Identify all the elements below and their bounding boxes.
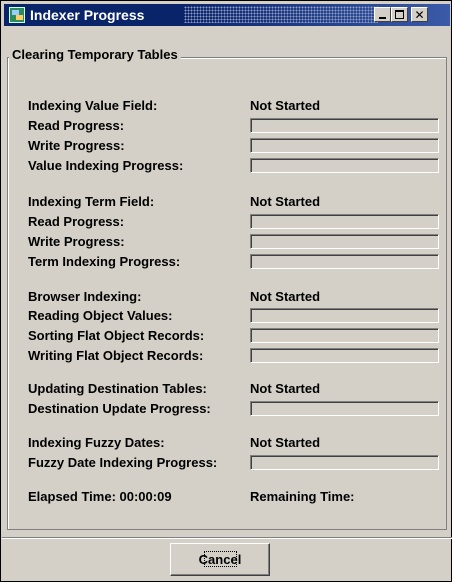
title-bar-texture <box>184 6 378 23</box>
sorting-records-progress-bar <box>250 328 439 343</box>
maximize-button[interactable] <box>391 7 408 22</box>
term-write-label: Write Progress: <box>28 234 125 249</box>
value-read-label: Read Progress: <box>28 118 125 133</box>
sorting-records-label: Sorting Flat Object Records: <box>28 328 205 343</box>
browser-indexing-status: Not Started <box>250 289 321 304</box>
minimize-button[interactable] <box>374 7 391 22</box>
writing-records-progress-bar <box>250 348 439 363</box>
browser-indexing-label: Browser Indexing: <box>28 289 142 304</box>
close-button[interactable]: ✕ <box>411 7 428 22</box>
fuzzy-dates-label: Indexing Fuzzy Dates: <box>28 435 165 450</box>
value-indexing-progress-bar <box>250 158 439 173</box>
value-indexing-label: Value Indexing Progress: <box>28 158 184 173</box>
window-title: Indexer Progress <box>30 7 145 23</box>
fuzzy-dates-status: Not Started <box>250 435 321 450</box>
elapsed-time: Elapsed Time: 00:00:09 <box>28 489 172 504</box>
value-write-label: Write Progress: <box>28 138 125 153</box>
term-indexing-progress-bar <box>250 254 439 269</box>
term-field-status: Not Started <box>250 194 321 209</box>
term-read-label: Read Progress: <box>28 214 125 229</box>
cancel-button[interactable]: Cancel <box>170 543 270 576</box>
value-field-status: Not Started <box>250 98 321 113</box>
indexer-app-icon[interactable] <box>9 7 25 23</box>
fuzzy-date-progress-label: Fuzzy Date Indexing Progress: <box>28 455 218 470</box>
reading-object-values-label: Reading Object Values: <box>28 308 173 323</box>
groupbox-title: Clearing Temporary Tables <box>9 47 181 62</box>
fuzzy-date-progress-bar <box>250 455 439 470</box>
focus-ring <box>204 551 237 567</box>
indexer-progress-window: Indexer Progress ✕ Clearing Temporary Ta… <box>0 0 452 582</box>
term-read-progress-bar <box>250 214 439 229</box>
writing-records-label: Writing Flat Object Records: <box>28 348 204 363</box>
term-field-label: Indexing Term Field: <box>28 194 155 209</box>
footer-divider <box>2 537 452 539</box>
destination-update-progress-bar <box>250 401 439 416</box>
title-bar[interactable]: Indexer Progress ✕ <box>4 4 450 26</box>
value-read-progress-bar <box>250 118 439 133</box>
remaining-time: Remaining Time: <box>250 489 355 504</box>
term-write-progress-bar <box>250 234 439 249</box>
close-icon: ✕ <box>414 8 425 22</box>
destination-tables-status: Not Started <box>250 381 321 396</box>
term-indexing-label: Term Indexing Progress: <box>28 254 181 269</box>
destination-tables-label: Updating Destination Tables: <box>28 381 207 396</box>
destination-update-label: Destination Update Progress: <box>28 401 211 416</box>
value-field-label: Indexing Value Field: <box>28 98 158 113</box>
reading-object-values-progress-bar <box>250 308 439 323</box>
value-write-progress-bar <box>250 138 439 153</box>
